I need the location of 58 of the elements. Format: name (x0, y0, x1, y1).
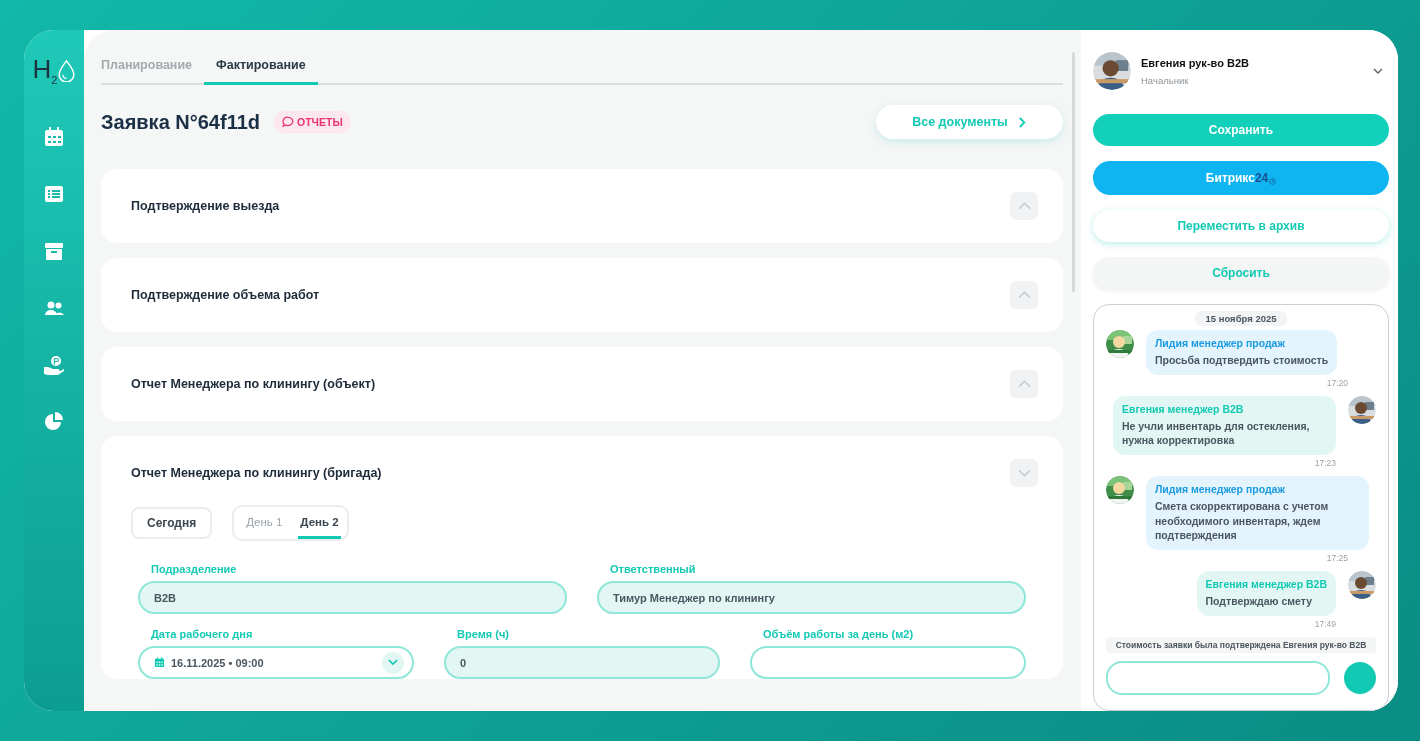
user-role: Начальник (1141, 74, 1190, 86)
message-input[interactable] (1106, 660, 1330, 695)
message-author: Евгения менеджер B2B (1205, 578, 1327, 591)
message-author: Лидия менеджер продаж (1155, 483, 1286, 496)
user-name: Евгения рук-во B2B (1141, 56, 1250, 69)
chevron-up-icon[interactable] (1010, 192, 1038, 220)
chevron-up-icon[interactable] (1010, 370, 1038, 398)
logo: H$_{2}$ (32, 56, 58, 87)
calendar-icon[interactable] (43, 126, 65, 149)
tab[interactable]: Планирование (101, 54, 193, 85)
send-button[interactable] (1344, 661, 1376, 694)
archive-icon[interactable] (43, 240, 65, 263)
input-field[interactable]: B2B (138, 581, 567, 614)
field-label: Дата рабочего дня (150, 628, 254, 640)
day-tab[interactable]: День 2 (298, 507, 341, 539)
system-note: Стоимость заявки была подтверждена Евгения рук-во B2B (1106, 636, 1376, 653)
today-button[interactable]: Сегодня (131, 507, 213, 539)
clock-icon (1269, 177, 1277, 185)
message-time: 17:23 (1314, 458, 1336, 469)
date-value: 16.11.2025 • 09:00 (171, 656, 265, 669)
day-tab[interactable]: День 1 (244, 507, 285, 539)
field-label: Подразделение (150, 563, 238, 575)
section-title: Подтверждение объема работ (131, 288, 320, 302)
input-field[interactable]: Тимур Менеджер по клинингу (597, 581, 1026, 614)
field-label: Ответственный (609, 563, 697, 575)
message-time: 17:49 (1314, 618, 1336, 629)
reports-badge[interactable]: ОТЧЕТЫ (274, 111, 351, 133)
message-time: 17:25 (1326, 553, 1348, 564)
message-text: Не учли инвентарь для остекления, нужна корректировка (1122, 418, 1311, 449)
date-select[interactable]: 16.11.2025 • 09:00 (138, 646, 414, 679)
drop-icon (58, 60, 76, 83)
action-button[interactable]: Сбросить (1093, 257, 1389, 289)
field-label: Объём работы за день (м2) (762, 628, 915, 640)
chevron-up-icon[interactable] (1010, 281, 1038, 309)
message-author: Лидия менеджер продаж (1155, 337, 1286, 349)
section-title: Отчет Менеджера по клинингу (бригада) (131, 466, 382, 480)
message-author: Евгения менеджер B2B (1122, 402, 1245, 415)
message-text: Подтверждаю смету (1205, 594, 1313, 609)
date-chip: 15 ноября 2025 (1195, 311, 1287, 326)
documents-button[interactable]: Все документы (876, 105, 1063, 139)
message-text: Просьба подтвердить стоимость (1155, 353, 1329, 368)
field-label: Время (ч) (456, 628, 510, 640)
section-title: Отчет Менеджера по клинингу (объект) (131, 377, 376, 391)
section-title: Подтверждение выезда (131, 199, 280, 213)
calendar-icon (154, 657, 165, 668)
hand-coin-icon[interactable] (43, 354, 65, 377)
tab[interactable]: Фактирование (204, 54, 318, 85)
message-text: Смета скорректирована с учетом необходимого инвентаря, ждем подтверждения (1155, 499, 1330, 544)
input-field[interactable]: 0 (444, 646, 720, 679)
chevron-down-icon[interactable] (1373, 68, 1383, 74)
input-field[interactable] (750, 646, 1026, 679)
speech-bubble-icon (282, 116, 294, 128)
message-time: 17:20 (1326, 377, 1348, 388)
page-title: Заявка N°64f11d (101, 110, 260, 134)
action-button[interactable]: Переместить в архив (1093, 210, 1389, 242)
bitrix-button[interactable]: Битрикс24 (1093, 161, 1389, 195)
chevron-right-icon (1017, 116, 1027, 128)
action-button[interactable]: Сохранить (1093, 114, 1389, 146)
